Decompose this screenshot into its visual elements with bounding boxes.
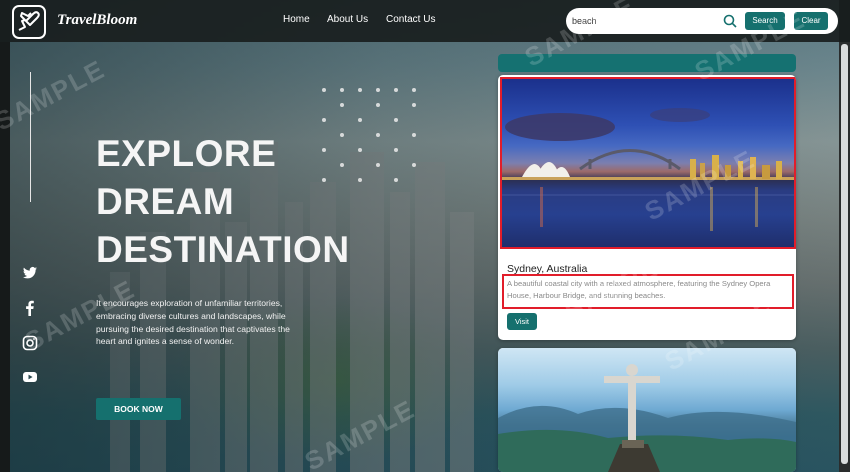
grid-dot — [358, 88, 362, 92]
airplane-logo-icon[interactable] — [12, 5, 46, 39]
nav-contact-us[interactable]: Contact Us — [386, 14, 435, 25]
hero-title: EXPLORE DREAM DESTINATION — [96, 130, 350, 274]
hero-title-line-1: EXPLORE — [96, 133, 277, 174]
grid-dot — [394, 118, 398, 122]
grid-dot — [376, 133, 380, 137]
grid-dot — [376, 163, 380, 167]
result-card — [498, 348, 796, 472]
hero-title-line-2: DREAM — [96, 181, 235, 222]
grid-dot — [376, 103, 380, 107]
nav-about-us[interactable]: About Us — [327, 14, 368, 25]
twitter-icon[interactable] — [22, 265, 38, 281]
grid-dot — [376, 88, 380, 92]
rio-image — [498, 348, 796, 472]
grid-dot — [394, 178, 398, 182]
book-now-button[interactable]: BOOK NOW — [96, 398, 181, 420]
scrollbar-thumb[interactable] — [841, 44, 848, 464]
grid-dot — [412, 103, 416, 107]
visit-button[interactable]: Visit — [507, 313, 537, 330]
grid-dot — [358, 178, 362, 182]
nav-home[interactable]: Home — [283, 14, 310, 25]
grid-dot — [394, 148, 398, 152]
grid-dot — [412, 88, 416, 92]
hero-title-line-3: DESTINATION — [96, 229, 350, 270]
navbar: TravelBloom Home About Us Contact Us Sea… — [0, 0, 850, 42]
search-icon[interactable] — [723, 14, 737, 28]
grid-dot — [322, 88, 326, 92]
grid-dot — [394, 88, 398, 92]
grid-dot — [412, 163, 416, 167]
grid-dot — [358, 148, 362, 152]
youtube-icon[interactable] — [22, 369, 38, 385]
brand-name[interactable]: TravelBloom — [57, 12, 137, 29]
facebook-icon[interactable] — [22, 300, 38, 316]
grid-dot — [340, 103, 344, 107]
grid-dot — [340, 88, 344, 92]
grid-dot — [322, 118, 326, 122]
grid-dot — [358, 118, 362, 122]
page-scrollbar[interactable] — [839, 42, 850, 472]
grid-dot — [412, 133, 416, 137]
